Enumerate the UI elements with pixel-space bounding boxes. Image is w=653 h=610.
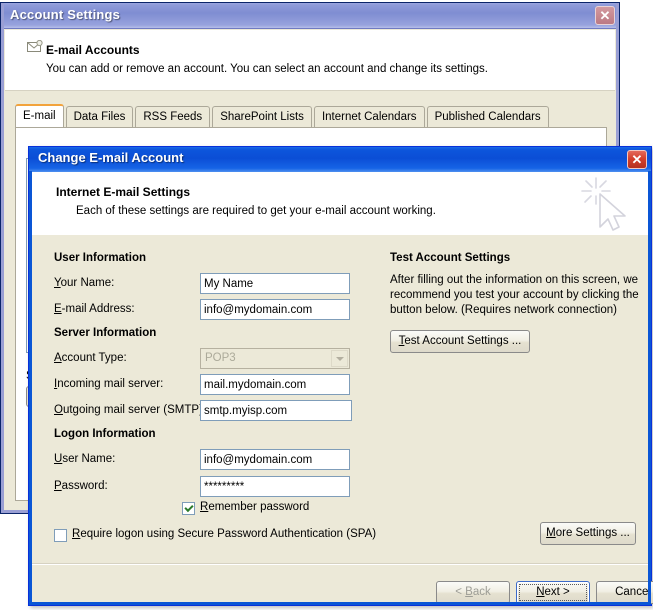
screen-root: Account Settings ✕ E-mail Accounts You c… — [0, 0, 653, 610]
tab-data-files[interactable]: Data Files — [65, 106, 134, 127]
spa-label[interactable]: Require logon using Secure Password Auth… — [72, 528, 376, 540]
account-settings-tabs: E-mail Data Files RSS Feeds SharePoint L… — [15, 104, 607, 148]
test-account-settings-button[interactable]: Test Account Settings ... — [390, 330, 530, 353]
incoming-mail-server-input[interactable] — [200, 374, 350, 395]
account-type-value: POP3 — [205, 352, 236, 364]
test-account-settings-description: After filling out the information on thi… — [390, 274, 639, 316]
account-settings-close-button[interactable]: ✕ — [595, 6, 615, 25]
dialog-title: Change E-mail Account — [38, 150, 184, 165]
outgoing-mail-server-label: Outgoing mail server (SMTP): — [54, 404, 207, 416]
account-settings-heading: E-mail Accounts — [46, 43, 140, 57]
user-information-title: User Information — [54, 252, 147, 264]
focus-ring — [519, 584, 587, 601]
account-settings-description: You can add or remove an account. You ca… — [46, 63, 488, 75]
password-label: Password: — [54, 480, 108, 492]
dialog-body: User Information Your Name: E-mail Addre… — [32, 235, 653, 604]
tab-email[interactable]: E-mail — [15, 104, 64, 127]
your-name-label: Your Name: — [54, 277, 115, 289]
remember-password-label[interactable]: Remember password — [200, 501, 309, 513]
cancel-button[interactable]: Cancel — [596, 581, 653, 604]
spa-checkbox[interactable] — [54, 529, 67, 542]
outgoing-mail-server-input[interactable] — [200, 400, 352, 421]
test-account-settings-title: Test Account Settings — [390, 252, 511, 264]
email-address-input[interactable] — [200, 299, 350, 320]
next-button[interactable]: Next > — [516, 581, 590, 604]
remember-password-checkbox[interactable] — [182, 502, 195, 515]
account-settings-title: Account Settings — [10, 7, 121, 22]
dialog-close-button[interactable]: ✕ — [627, 150, 647, 169]
chevron-down-icon — [331, 350, 348, 367]
email-address-label: E-mail Address: — [54, 303, 135, 315]
user-name-input[interactable] — [200, 449, 350, 470]
mail-accounts-icon — [27, 40, 43, 52]
account-type-label: Account Type: — [54, 352, 127, 364]
server-information-title: Server Information — [54, 327, 157, 339]
more-settings-button[interactable]: More Settings ... — [540, 522, 636, 545]
user-name-label: User Name: — [54, 453, 116, 465]
dialog-heading: Internet E-mail Settings — [56, 185, 191, 199]
dialog-titlebar: Change E-mail Account ✕ — [29, 147, 651, 172]
dialog-header: Internet E-mail Settings Each of these s… — [32, 172, 648, 236]
account-settings-titlebar: Account Settings ✕ — [1, 3, 619, 29]
tab-internet-calendars[interactable]: Internet Calendars — [313, 106, 425, 127]
password-input[interactable] — [200, 476, 350, 497]
back-button[interactable]: < Back — [436, 581, 510, 604]
cursor-sparkle-icon — [581, 177, 626, 231]
tab-published-calendars[interactable]: Published Calendars — [426, 106, 549, 127]
close-icon: ✕ — [599, 8, 611, 23]
close-icon: ✕ — [631, 152, 643, 167]
account-type-select[interactable]: POP3 — [200, 348, 350, 369]
incoming-mail-server-label: Incoming mail server: — [54, 378, 164, 390]
tab-rss-feeds[interactable]: RSS Feeds — [135, 106, 211, 127]
logon-information-title: Logon Information — [54, 428, 156, 440]
your-name-input[interactable] — [200, 273, 350, 294]
footer-divider — [32, 563, 648, 565]
account-settings-header: E-mail Accounts You can add or remove an… — [5, 30, 615, 91]
dialog-description: Each of these settings are required to g… — [76, 205, 436, 217]
change-email-account-dialog: Change E-mail Account ✕ Internet E-mail … — [28, 146, 653, 606]
tab-sharepoint-lists[interactable]: SharePoint Lists — [212, 106, 312, 127]
